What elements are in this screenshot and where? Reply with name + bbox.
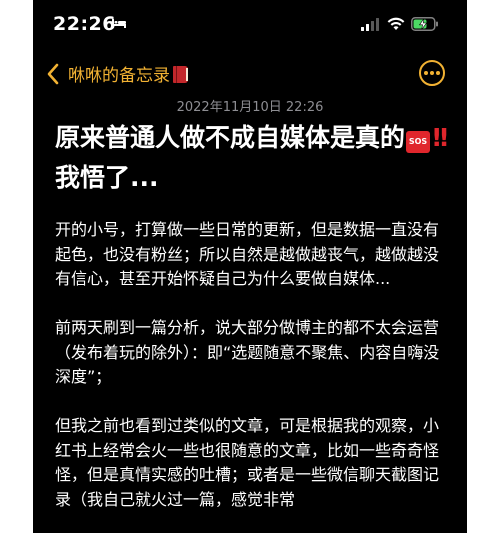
note-body[interactable]: 开的小号，打算做一些日常的更新，但是数据一直没有起色，也没有粉丝；所以自然是越做…	[55, 218, 451, 533]
sos-icon: SOS	[406, 131, 431, 153]
wifi-icon	[387, 17, 405, 30]
bed-icon	[112, 19, 126, 28]
note-title-text: 原来普通人做不成自媒体是真的	[55, 123, 406, 152]
note-date: 2022年11月10日 22:26	[176, 100, 324, 115]
note-paragraph: 前两天刷到一篇分析，说大部分做博主的都不太会运营（发布着玩的除外）：即“选题随意…	[55, 318, 440, 386]
note-paragraph: 开的小号，打算做一些日常的更新，但是数据一直没有起色，也没有粉丝；所以自然是越做…	[55, 220, 440, 288]
chevron-left-icon[interactable]	[46, 63, 60, 85]
status-time: 22:26	[53, 13, 116, 35]
ellipsis-dot-icon	[436, 71, 440, 75]
status-bar: 22:26	[33, 0, 467, 50]
nav-bar: 咻咻的备忘录	[33, 58, 467, 90]
signal-icon	[361, 18, 379, 31]
note-paragraph: 但我之前也看到过类似的文章，可是根据我的观察，小红书上经常会火一些也很随意的文章…	[55, 416, 440, 509]
ellipsis-dot-icon	[424, 71, 428, 75]
notes-screen: 22:26 咻咻的备忘录 2022年11月10日 22:26 原来普通人做不成自…	[33, 0, 467, 533]
note-title[interactable]: 原来普通人做不成自媒体是真的 SOS !! 我悟了...	[55, 118, 455, 198]
back-button-label: 咻咻的备忘录	[68, 66, 170, 86]
battery-charging-icon	[411, 17, 438, 31]
note-title-suffix: 我悟了...	[55, 163, 159, 192]
double-exclamation-icon: !!	[431, 123, 450, 152]
red-book-icon	[173, 66, 188, 83]
more-options-button[interactable]	[419, 60, 445, 86]
ellipsis-dot-icon	[430, 71, 434, 75]
back-button[interactable]: 咻咻的备忘录	[68, 61, 188, 86]
